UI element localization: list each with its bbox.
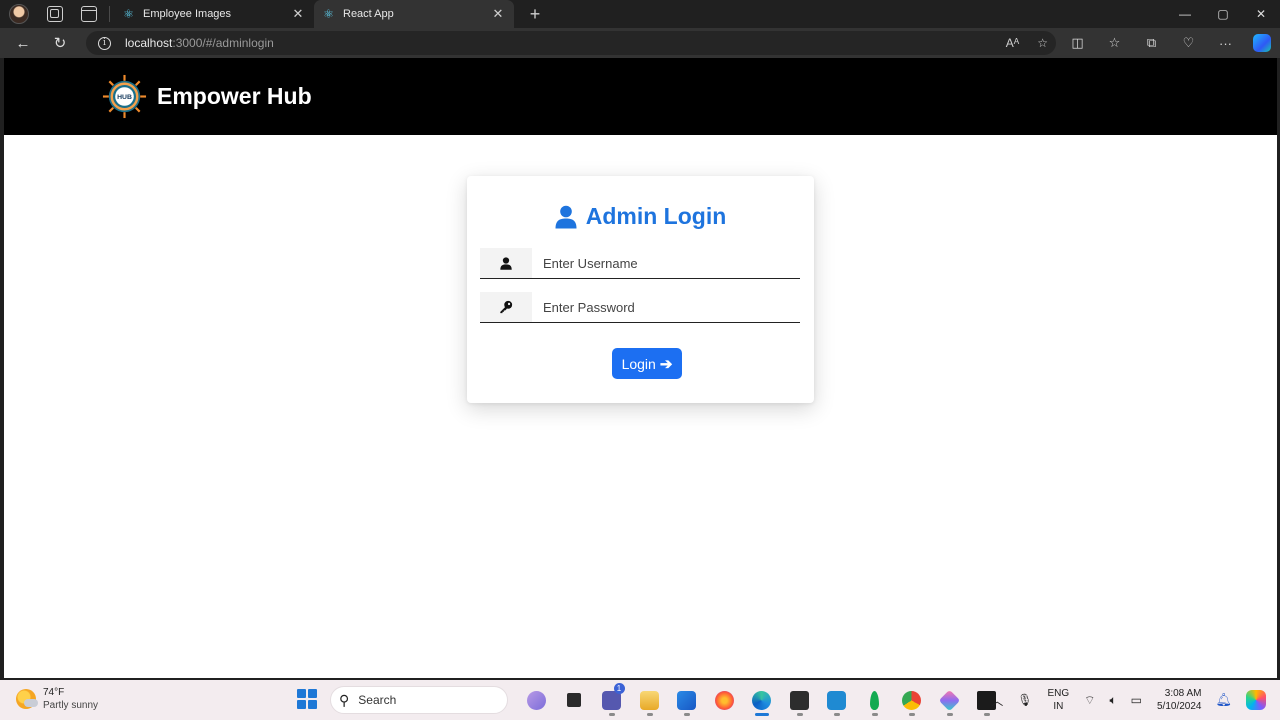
browser-essentials-icon[interactable]: ♡ — [1170, 35, 1207, 51]
collections-icon[interactable]: ⧉ — [1133, 35, 1170, 51]
window-controls: — ▢ ✕ — [1166, 0, 1280, 28]
user-icon — [555, 205, 577, 228]
hub-logo: HUB — [102, 74, 147, 119]
weather-widget[interactable]: 74°F Partly sunny — [16, 686, 98, 712]
user-icon — [500, 256, 512, 270]
minimize-button[interactable]: — — [1166, 0, 1204, 28]
copilot-icon[interactable] — [1246, 690, 1266, 710]
favorites-icon[interactable]: ☆ — [1096, 35, 1133, 51]
show-hidden-icons-icon[interactable]: ︿ — [991, 692, 1003, 709]
taskbar-app-vscode[interactable] — [818, 686, 856, 716]
taskbar-app-terminal[interactable] — [781, 686, 819, 716]
password-input[interactable] — [532, 292, 800, 322]
split-screen-icon[interactable]: ◫ — [1059, 35, 1096, 51]
back-icon[interactable]: ← — [9, 35, 37, 52]
address-bar[interactable]: i localhost:3000/#/adminlogin Aᴬ ☆ — [86, 31, 1056, 55]
close-tab-icon[interactable]: ✕ — [290, 6, 306, 22]
admin-login-card: Admin Login Login ➔ — [467, 176, 814, 403]
login-title-text: Admin Login — [585, 203, 727, 229]
taskbar-app-widgets[interactable] — [518, 686, 556, 714]
system-tray: ︿ 🎙︎ ENG IN ⌔ 🔈︎ ▭ 3:08 AM 5/10/2024 🔔︎ — [984, 680, 1280, 720]
taskbar-app-task-view[interactable] — [556, 686, 594, 714]
key-icon — [500, 300, 513, 314]
partly-sunny-icon — [16, 689, 38, 709]
taskbar-app-chrome[interactable] — [893, 686, 931, 716]
volume-icon[interactable]: 🔈︎ — [1109, 693, 1116, 708]
arrow-right-icon: ➔ — [659, 355, 673, 373]
password-field — [480, 292, 800, 323]
username-addon — [480, 248, 532, 278]
tab-employee-images[interactable]: ⚛ Employee Images ✕ — [114, 0, 314, 28]
bell-icon[interactable]: 🔔︎ — [1215, 692, 1232, 708]
weather-condition: Partly sunny — [43, 700, 99, 711]
taskbar-search[interactable]: ⚲ Search — [330, 686, 508, 714]
taskbar-apps: 1 — [518, 683, 1006, 716]
react-favicon-icon: ⚛ — [323, 6, 334, 21]
more-icon[interactable]: ··· — [1207, 36, 1244, 51]
password-addon — [480, 292, 532, 322]
page-viewport: HUB Empower Hub Admin Login Enter Userna… — [4, 58, 1277, 678]
taskbar-app-file-explorer[interactable] — [631, 686, 669, 716]
taskbar-app-teams[interactable]: 1 — [593, 683, 631, 716]
username-input[interactable] — [532, 248, 800, 278]
read-aloud-icon[interactable]: Aᴬ — [1006, 36, 1019, 50]
tab-react-app[interactable]: ⚛ React App ✕ — [314, 0, 514, 28]
windows-taskbar: 74°F Partly sunny ⚲ Search 1 ︿ 🎙︎ ENG IN… — [0, 680, 1280, 720]
clock[interactable]: 3:08 AM 5/10/2024 — [1157, 687, 1202, 713]
username-field — [480, 248, 800, 279]
logo-text: HUB — [117, 94, 132, 101]
tab-separator — [109, 6, 110, 22]
new-tab-button[interactable]: + — [524, 4, 546, 25]
refresh-icon[interactable]: ↻ — [46, 34, 74, 52]
maximize-button[interactable]: ▢ — [1204, 0, 1242, 28]
notification-badge: 1 — [613, 683, 625, 694]
close-tab-icon[interactable]: ✕ — [490, 6, 506, 22]
microphone-icon[interactable]: 🎙︎ — [1017, 693, 1032, 707]
site-header: HUB Empower Hub — [4, 58, 1277, 135]
taskbar-app-mongodb[interactable] — [856, 686, 894, 716]
workspaces-icon[interactable] — [47, 6, 63, 22]
react-favicon-icon: ⚛ — [123, 6, 134, 21]
tab-title: React App — [343, 8, 394, 20]
copilot-icon[interactable] — [1253, 34, 1271, 52]
wifi-icon[interactable]: ⌔ — [1084, 693, 1095, 708]
language-indicator[interactable]: ENG IN — [1047, 687, 1069, 713]
login-button-label: Login — [621, 355, 656, 372]
site-info-icon[interactable]: i — [98, 36, 111, 50]
login-button[interactable]: Login ➔ — [612, 348, 682, 379]
taskbar-app-firefox[interactable] — [706, 686, 744, 714]
close-window-button[interactable]: ✕ — [1242, 0, 1280, 28]
browser-tab-strip: ⚛ Employee Images ✕ ⚛ React App ✕ + — ▢ … — [0, 0, 1280, 28]
taskbar-app-photos[interactable] — [931, 686, 969, 716]
url-text[interactable]: localhost:3000/#/adminlogin — [125, 36, 274, 50]
windows-start-icon[interactable] — [297, 689, 317, 709]
taskbar-app-edge[interactable] — [743, 686, 781, 716]
battery-icon[interactable]: ▭ — [1131, 693, 1142, 707]
tab-title: Employee Images — [143, 8, 232, 20]
login-title: Admin Login — [467, 203, 814, 230]
tab-actions-icon[interactable] — [81, 6, 97, 22]
favorite-icon[interactable]: ☆ — [1037, 36, 1048, 50]
brand-name[interactable]: Empower Hub — [157, 83, 312, 110]
search-icon: ⚲ — [339, 691, 350, 708]
profile-avatar[interactable] — [9, 4, 29, 24]
search-label: Search — [358, 693, 397, 707]
browser-toolbar: ← ↻ i localhost:3000/#/adminlogin Aᴬ ☆ ◫… — [0, 28, 1280, 58]
weather-temp: 74°F — [43, 687, 65, 698]
taskbar-app-store[interactable] — [668, 686, 706, 716]
